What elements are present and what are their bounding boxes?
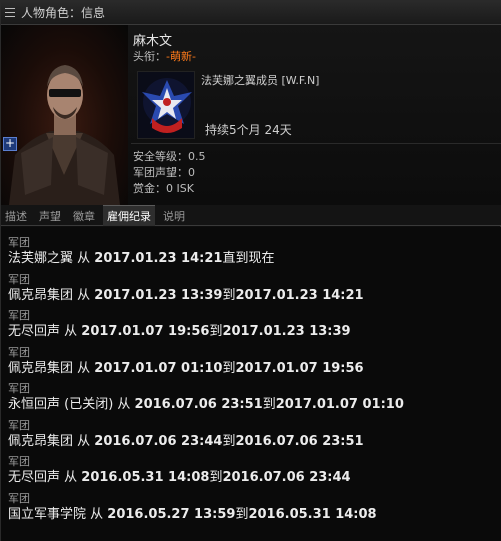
entry-corp-name[interactable]: 无尽回声 (8, 324, 60, 339)
entry-details: 无尽回声 从 2016.05.31 14:08到2016.07.06 23:44 (8, 469, 501, 487)
entry-start-date: 2017.01.07 19:56 (81, 324, 210, 339)
tab-bar: 描述 声望 徽章 雇佣纪录 说明 (1, 205, 501, 226)
from-word: 从 (73, 360, 95, 376)
entry-type-label: 军团 (8, 382, 30, 395)
title-label: 头衔： (133, 50, 166, 63)
history-entry: 军团 无尽回声 从 2017.01.07 19:56到2017.01.23 13… (8, 308, 501, 345)
entry-type-label: 军团 (8, 309, 30, 322)
to-word: 直到现在 (222, 251, 275, 266)
entry-start-date: 2016.05.27 13:59 (107, 506, 236, 522)
to-word: 到 (222, 360, 236, 376)
entry-end-date: 2017.01.07 19:56 (235, 360, 364, 376)
entry-end-date: 2016.07.06 23:44 (222, 470, 351, 485)
character-stats: 安全等级：0.5 军团声望：0 赏金：0 ISK (133, 149, 206, 197)
employment-history-list: 军团 法芙娜之翼 从 2017.01.23 14:21直到现在 军团 佩克昂集团… (1, 227, 501, 541)
to-word: 到 (209, 470, 223, 485)
entry-start-date: 2017.01.23 14:21 (94, 251, 223, 266)
character-name: 麻木文 (133, 34, 173, 49)
window-title: 人物角色：信息 (21, 6, 106, 20)
history-entry: 军团 佩克昂集团 从 2017.01.23 13:39到2017.01.23 1… (8, 272, 501, 309)
eagle-emblem-icon[interactable] (137, 71, 195, 139)
entry-type-label: 军团 (8, 345, 30, 359)
from-word: 从 (86, 506, 108, 522)
character-header: + 麻木文 头衔：-萌新- 法芙娜之翼成员 [W.F.N] 持续5个月 24天 … (1, 25, 501, 205)
plus-icon[interactable]: + (3, 137, 17, 151)
from-word: 从 (73, 433, 95, 449)
character-portrait[interactable]: + (1, 25, 128, 205)
to-word: 到 (235, 506, 249, 522)
entry-corp-name[interactable]: 法芙娜之翼 (8, 251, 73, 266)
to-word: 到 (222, 287, 236, 303)
history-entry: 军团 佩克昂集团 从 2017.01.07 01:10到2017.01.07 1… (8, 345, 501, 382)
entry-start-date: 2016.07.06 23:51 (134, 397, 263, 412)
entry-end-date: 2017.01.07 01:10 (275, 397, 404, 412)
entry-start-date: 2016.07.06 23:44 (94, 433, 223, 449)
corporation-name[interactable]: 法芙娜之翼成员 [W.F.N] (201, 72, 319, 88)
membership-duration: 持续5个月 24天 (205, 123, 292, 137)
from-word: 从 (73, 287, 95, 303)
history-entry: 军团 无尽回声 从 2016.05.31 14:08到2016.07.06 23… (8, 454, 501, 491)
portrait-figure (9, 65, 120, 205)
menu-icon[interactable] (5, 8, 15, 17)
from-word: 从 (73, 251, 95, 266)
entry-details: 永恒回声 (已关闭) 从 2016.07.06 23:51到2017.01.07… (8, 396, 501, 414)
entry-corp-name[interactable]: 永恒回声 (已关闭) (8, 397, 113, 412)
divider (131, 143, 501, 144)
from-word: 从 (60, 324, 82, 339)
entry-corp-name[interactable]: 国立军事学院 (8, 507, 86, 522)
entry-end-date: 2016.05.31 14:08 (248, 506, 377, 522)
history-entry: 军团 国立军事学院 从 2016.05.27 13:59到2016.05.31 … (8, 491, 501, 528)
entry-type-label: 军团 (8, 272, 30, 286)
title-value: -萌新- (166, 50, 196, 63)
entry-details: 无尽回声 从 2017.01.07 19:56到2017.01.23 13:39 (8, 323, 501, 341)
entry-type-label: 军团 (8, 236, 30, 249)
window-titlebar[interactable]: 人物角色：信息 (1, 1, 501, 25)
history-entry: 军团 永恒回声 (已关闭) 从 2016.07.06 23:51到2017.01… (8, 381, 501, 418)
from-word: 从 (60, 470, 82, 485)
character-info-window: 人物角色：信息 + 麻木文 头衔：-萌新- 法芙娜之翼成员 [W.F.N] 持续… (0, 0, 501, 541)
entry-details: 佩克昂集团 从 2017.01.23 13:39到2017.01.23 14:2… (8, 287, 501, 305)
tab-standings[interactable]: 声望 (35, 205, 65, 226)
character-title: 头衔：-萌新- (133, 48, 196, 64)
history-entry: 军团 佩克昂集团 从 2016.07.06 23:44到2016.07.06 2… (8, 418, 501, 455)
tab-employment-history[interactable]: 雇佣纪录 (103, 205, 155, 226)
entry-start-date: 2017.01.07 01:10 (94, 360, 223, 376)
to-word: 到 (209, 324, 223, 339)
bounty: 赏金：0 ISK (133, 182, 194, 195)
entry-details: 国立军事学院 从 2016.05.27 13:59到2016.05.31 14:… (8, 506, 501, 524)
to-word: 到 (262, 397, 276, 412)
entry-corp-name[interactable]: 佩克昂集团 (8, 434, 73, 449)
entry-corp-name[interactable]: 佩克昂集团 (8, 288, 73, 303)
entry-type-label: 军团 (8, 455, 30, 468)
entry-end-date: 2016.07.06 23:51 (235, 433, 364, 449)
entry-type-label: 军团 (8, 491, 30, 505)
entry-start-date: 2017.01.23 13:39 (94, 287, 223, 303)
history-entry: 军团 法芙娜之翼 从 2017.01.23 14:21直到现在 (8, 235, 501, 272)
corporation-info: 法芙娜之翼成员 [W.F.N] 持续5个月 24天 (133, 69, 501, 141)
tab-notes[interactable]: 说明 (159, 205, 189, 226)
entry-type-label: 军团 (8, 418, 30, 432)
military-standing: 军团声望：0 (133, 166, 195, 179)
tab-description[interactable]: 描述 (1, 205, 31, 226)
entry-corp-name[interactable]: 无尽回声 (8, 470, 60, 485)
entry-details: 法芙娜之翼 从 2017.01.23 14:21直到现在 (8, 250, 501, 268)
from-word: 从 (113, 397, 135, 412)
entry-end-date: 2017.01.23 14:21 (235, 287, 364, 303)
security-status: 安全等级：0.5 (133, 150, 206, 163)
entry-corp-name[interactable]: 佩克昂集团 (8, 361, 73, 376)
entry-start-date: 2016.05.31 14:08 (81, 470, 210, 485)
to-word: 到 (222, 433, 236, 449)
tab-medals[interactable]: 徽章 (69, 205, 99, 226)
entry-end-date: 2017.01.23 13:39 (222, 324, 351, 339)
entry-details: 佩克昂集团 从 2017.01.07 01:10到2017.01.07 19:5… (8, 360, 501, 378)
entry-details: 佩克昂集团 从 2016.07.06 23:44到2016.07.06 23:5… (8, 433, 501, 451)
